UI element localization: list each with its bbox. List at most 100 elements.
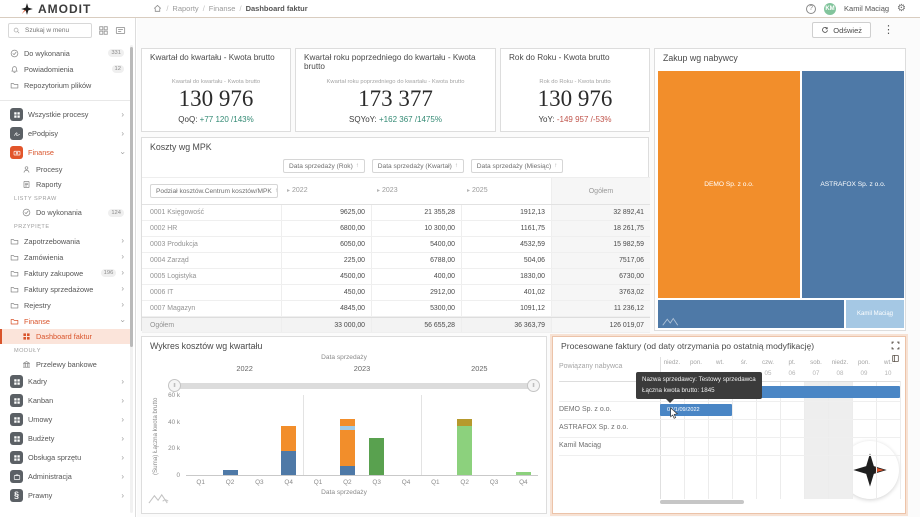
top-bar: AMODIT / Raporty / Finanse / Dashboard f… — [0, 0, 920, 18]
sidebar-item-finanse[interactable]: Finanse› — [0, 143, 130, 162]
bar-segment[interactable] — [340, 430, 355, 466]
user-name[interactable]: Kamil Maciąg — [844, 4, 889, 13]
day-date-label: 06 — [780, 370, 804, 377]
year-label: 2023 — [354, 364, 370, 373]
count-badge: 124 — [108, 209, 124, 217]
bar-segment[interactable] — [516, 472, 531, 475]
bar-segment[interactable] — [340, 466, 355, 475]
fullscreen-icon[interactable] — [891, 341, 900, 350]
search-input[interactable] — [23, 26, 87, 35]
amodit-logo[interactable]: AMODIT — [20, 2, 91, 16]
quarter-tick-label: Q1 — [196, 479, 205, 486]
sidebar-item-umowy[interactable]: Umowy› — [0, 410, 130, 429]
treemap-block-blank[interactable] — [658, 300, 844, 328]
breadcrumb-raporty[interactable]: Raporty — [172, 4, 198, 13]
gantt-horizontal-scrollbar[interactable] — [660, 500, 744, 504]
help-icon[interactable]: ? — [806, 4, 816, 14]
range-slider-track[interactable] — [174, 383, 534, 389]
kpi-delta-value: +77 120 /143% — [200, 115, 254, 124]
more-options-icon[interactable]: ⋮ — [883, 25, 894, 36]
day-of-week-label: pon. — [852, 359, 876, 366]
filter-chip-rok[interactable]: Data sprzedaży (Rok)↑ — [283, 159, 365, 173]
sidebar-item-do-wykonania[interactable]: Do wykonania124 — [0, 205, 130, 220]
column-header-total: Ogółem — [589, 188, 614, 195]
sidebar-item-budżety[interactable]: Budżety› — [0, 429, 130, 448]
sidebar-item-obsługa-sprzętu[interactable]: Obsługa sprzętu› — [0, 448, 130, 467]
day-of-week-label: niedz. — [660, 359, 684, 366]
sidebar-item-procesy[interactable]: Procesy — [0, 162, 130, 177]
bar-segment[interactable] — [340, 426, 355, 430]
column-header-2025[interactable]: ▸2025 — [467, 187, 488, 194]
group-separator — [421, 395, 422, 475]
weekend-shading — [804, 381, 828, 499]
sort-icon: ↑ — [356, 163, 359, 169]
bar-segment[interactable] — [369, 438, 384, 475]
column-header-2023[interactable]: ▸2023 — [377, 187, 398, 194]
sidebar-item-wszystkie-procesy[interactable]: Wszystkie procesy› — [0, 105, 130, 124]
grid-view-icon[interactable] — [98, 25, 109, 36]
quarter-tick-label: Q3 — [255, 479, 264, 486]
column-header-2022[interactable]: ▸2022 — [287, 187, 308, 194]
bar-segment[interactable] — [457, 419, 472, 426]
koszty-panel: Koszty wg MPK Data sprzedaży (Rok)↑ Data… — [141, 137, 649, 331]
sidebar-item-kanban[interactable]: Kanban› — [0, 391, 130, 410]
filter-chip-miesiac[interactable]: Data sprzedaży (Miesiąc)↑ — [471, 159, 563, 173]
watermark-mountains-icon — [662, 317, 680, 326]
sidebar-item-powiadomienia[interactable]: Powiadomienia12 — [0, 61, 130, 77]
sidebar-item-dashboard-faktur[interactable]: Dashboard faktur — [0, 329, 130, 344]
treemap-block-astrafox[interactable]: ASTRAFOX Sp. z o.o. — [802, 71, 904, 298]
range-slider-handle-right[interactable]: ‖ — [527, 379, 540, 392]
bar-segment[interactable] — [281, 426, 296, 451]
amodit-star-icon — [20, 2, 34, 16]
count-badge: 196 — [101, 269, 117, 277]
refresh-icon — [821, 26, 829, 34]
row-dimension-chip[interactable]: Podział kosztów.Centrum kosztów/MPK↑ — [150, 184, 278, 198]
sidebar-item-przelewy-bankowe[interactable]: Przelewy bankowe — [0, 357, 130, 372]
sidebar-item-faktury-sprzedażowe[interactable]: Faktury sprzedażowe› — [0, 281, 130, 297]
quarter-tick-label: Q4 — [519, 479, 528, 486]
bar-segment[interactable] — [457, 426, 472, 475]
bar-segment[interactable] — [340, 419, 355, 426]
grid-line — [804, 381, 805, 499]
avatar[interactable]: KM — [824, 3, 836, 15]
gear-icon[interactable]: ⚙ — [897, 4, 906, 14]
sidebar-item-zapotrzebowania[interactable]: Zapotrzebowania› — [0, 233, 130, 249]
chart-title: Wykres kosztów wg kwartału — [150, 341, 262, 351]
treemap-block-kamil[interactable]: Kamil Maciąg — [846, 300, 904, 328]
filter-chip-kwartal[interactable]: Data sprzedaży (Kwartał)↑ — [372, 159, 464, 173]
sidebar-item-epodpisy[interactable]: ePodpisy› — [0, 124, 130, 143]
sidebar-item-rejestry[interactable]: Rejestry› — [0, 297, 130, 313]
menu-search[interactable] — [8, 23, 92, 38]
day-of-week-label: pon. — [684, 359, 708, 366]
sidebar-item-repozytorium-plików[interactable]: Repozytorium plików — [0, 77, 130, 93]
chevron-right-icon: › — [121, 237, 124, 245]
sidebar-item-kadry[interactable]: Kadry› — [0, 372, 130, 391]
sort-icon: ↑ — [554, 163, 557, 169]
gantt-bar[interactable] — [756, 386, 900, 398]
sidebar-item-administracja[interactable]: Administracja› — [0, 467, 130, 486]
list-view-icon[interactable] — [115, 25, 126, 36]
row-separator — [559, 437, 900, 438]
treemap-block-demo[interactable]: DEMO Sp. z o.o. — [658, 71, 800, 298]
sidebar-item-finanse[interactable]: Finanse› — [0, 313, 130, 329]
sidebar-item-raporty[interactable]: Raporty — [0, 177, 130, 192]
bar-segment[interactable] — [223, 470, 238, 475]
home-icon[interactable] — [153, 4, 162, 13]
breadcrumb-finanse[interactable]: Finanse — [209, 4, 236, 13]
sidebar-item-faktury-zakupowe[interactable]: Faktury zakupowe196› — [0, 265, 130, 281]
sidebar-scrollbar[interactable] — [130, 45, 133, 513]
chevron-right-icon: › — [121, 454, 124, 462]
chart-panel: Wykres kosztów wg kwartału Data sprzedaż… — [141, 336, 547, 514]
refresh-button[interactable]: Odśwież — [812, 22, 871, 38]
bar-segment[interactable] — [281, 451, 296, 475]
folder-icon — [10, 237, 19, 246]
folder-icon — [10, 301, 19, 310]
person-icon — [22, 165, 31, 174]
sidebar-item-prawny[interactable]: §Prawny› — [0, 486, 130, 505]
grid-line — [828, 381, 829, 499]
year-label: 2025 — [471, 364, 487, 373]
sidebar-item-do-wykonania[interactable]: Do wykonania331 — [0, 45, 130, 61]
range-slider-handle-left[interactable]: ‖ — [168, 379, 181, 392]
sidebar-item-zamówienia[interactable]: Zamówienia› — [0, 249, 130, 265]
sidebar-scrollbar-thumb[interactable] — [130, 47, 133, 347]
